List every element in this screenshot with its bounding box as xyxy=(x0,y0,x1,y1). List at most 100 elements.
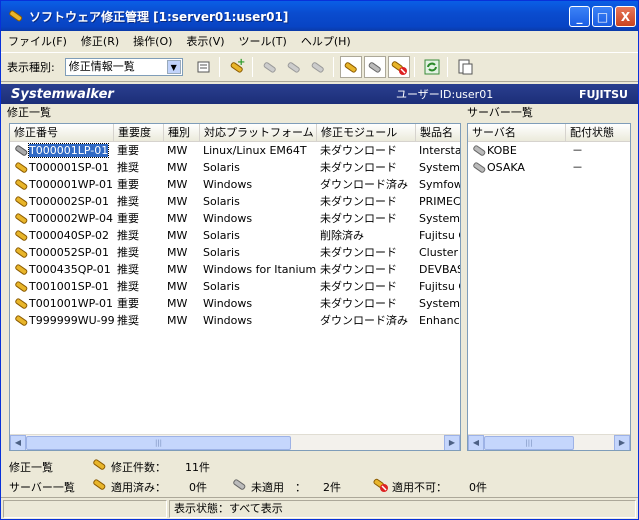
scroll-thumb[interactable]: ||| xyxy=(26,436,291,450)
fix-icon xyxy=(15,281,28,292)
cell-product: Systemw xyxy=(419,212,461,225)
notapplicable-icon xyxy=(373,478,388,492)
applied-icon xyxy=(93,479,106,490)
cell-type: MW xyxy=(167,229,188,242)
menu-tools[interactable]: ツール(T) xyxy=(232,33,294,49)
menu-fix[interactable]: 修正(R) xyxy=(74,33,126,49)
table-row[interactable]: T000002SP-01 推奨 MW Solaris 未ダウンロード PRIMEC xyxy=(10,193,460,210)
cell-product: Symfowa xyxy=(419,178,460,191)
properties-icon[interactable] xyxy=(193,56,215,78)
table-row[interactable]: T000001WP-01 重要 MW Windows ダウンロード済み Symfowa xyxy=(10,176,460,193)
cell-module: 未ダウンロード xyxy=(320,144,397,157)
filter-unapplied-icon[interactable] xyxy=(363,56,386,78)
fix-icon xyxy=(15,213,28,224)
cell-type: MW xyxy=(167,263,188,276)
cell-fix-id: T000002SP-01 xyxy=(10,193,114,210)
user-id: ユーザーID:user01 xyxy=(396,88,494,101)
table-row[interactable]: T000040SP-02 推奨 MW Solaris 削除済み Fujitsu C xyxy=(10,227,460,244)
table-row[interactable]: T999999WU-99推奨 MW Windows ダウンロード済み Enhance xyxy=(10,312,460,329)
distribute-disabled-icon[interactable] xyxy=(283,56,305,78)
apply-disabled-icon[interactable] xyxy=(259,56,281,78)
unapplied-label: 未適用 ： xyxy=(251,481,306,494)
title-bar[interactable]: ソフトウェア修正管理 [1:server01:user01] _ □ X xyxy=(1,1,638,31)
fix-id-text: T000001WP-01 xyxy=(29,178,113,191)
scroll-right-icon[interactable]: ▶ xyxy=(444,435,460,450)
cell-module: 未ダウンロード xyxy=(320,297,397,310)
column-header-type[interactable]: 種別 xyxy=(164,124,200,142)
toolbar-separator xyxy=(413,57,415,77)
fix-id-text: T000002WP-04 xyxy=(29,212,113,225)
cell-severity: 推奨 xyxy=(117,314,139,327)
cell-module: ダウンロード済み xyxy=(320,178,408,191)
fix-list-table[interactable]: 修正番号 重要度 種別 対応プラットフォーム 修正モジュール 製品名 T0000… xyxy=(9,123,461,451)
toolbar-separator xyxy=(251,57,253,77)
table-row[interactable]: T001001WP-01 重要 MW Windows 未ダウンロード SystemW xyxy=(10,295,460,312)
scroll-right-icon[interactable]: ▶ xyxy=(614,435,630,450)
table-row[interactable]: T000052SP-01 推奨 MW Solaris 未ダウンロード Cluster xyxy=(10,244,460,261)
maximize-button[interactable]: □ xyxy=(592,6,613,27)
filter-notapplicable-icon[interactable] xyxy=(387,56,410,78)
add-fix-icon[interactable]: + xyxy=(226,56,248,78)
cell-fix-id: T000435QP-01 xyxy=(10,261,114,278)
toolbar-separator xyxy=(332,57,334,77)
fix-count-value: 11件 xyxy=(185,461,210,474)
export-icon[interactable] xyxy=(454,56,476,78)
fix-id-text: T999999WU-99 xyxy=(29,314,114,327)
summary-fix-label: 修正一覧 xyxy=(9,461,53,474)
cell-distribution-state: － xyxy=(572,144,583,157)
fujitsu-logo: FUJITSU xyxy=(579,87,628,101)
cell-module: 未ダウンロード xyxy=(320,212,397,225)
column-header-product[interactable]: 製品名 xyxy=(416,124,460,142)
fix-id-text: T001001SP-01 xyxy=(29,280,110,293)
cell-type: MW xyxy=(167,212,188,225)
cell-platform: Linux/Linux EM64T xyxy=(203,144,307,157)
fix-unapplied-icon xyxy=(15,145,28,156)
status-bar: 表示状態：すべて表示 xyxy=(1,497,638,519)
server-list-hscrollbar[interactable]: ◀ ||| ▶ xyxy=(468,434,630,450)
column-header-fix-id[interactable]: 修正番号 xyxy=(10,124,114,142)
table-row[interactable]: T000001LP-01 重要 MW Linux/Linux EM64T 未ダウンロード… xyxy=(10,142,460,159)
cell-severity: 重要 xyxy=(117,144,139,157)
fix-icon xyxy=(15,315,28,326)
cell-distribution-state: － xyxy=(572,161,583,174)
table-row[interactable]: T001001SP-01 推奨 MW Solaris 未ダウンロード Fujitsu C xyxy=(10,278,460,295)
cell-module: 未ダウンロード xyxy=(320,195,397,208)
unapplied-icon xyxy=(233,479,246,490)
fix-id-text: T000001SP-01 xyxy=(29,161,110,174)
systemwalker-logo: Systemwalker xyxy=(11,86,114,102)
remove-disabled-icon[interactable] xyxy=(307,56,329,78)
table-row[interactable]: T000435QP-01 推奨 MW Windows for Itanium 未ダウンロ… xyxy=(10,261,460,278)
server-row[interactable]: KOBE － xyxy=(468,142,630,159)
column-header-platform[interactable]: 対応プラットフォーム xyxy=(200,124,317,142)
column-header-distribution-state[interactable]: 配付状態 xyxy=(566,124,630,142)
menu-operation[interactable]: 操作(O) xyxy=(126,33,179,49)
cell-severity: 推奨 xyxy=(117,246,139,259)
close-button[interactable]: X xyxy=(615,6,636,27)
fix-id-text: T000002SP-01 xyxy=(29,195,110,208)
server-name-text: OSAKA xyxy=(487,161,525,174)
fix-list-hscrollbar[interactable]: ◀ ||| ▶ xyxy=(10,434,460,450)
column-header-module[interactable]: 修正モジュール xyxy=(317,124,416,142)
menu-view[interactable]: 表示(V) xyxy=(179,33,231,49)
chevron-down-icon: ▼ xyxy=(166,60,181,74)
refresh-icon[interactable] xyxy=(421,56,443,78)
display-type-value: 修正情報一覧 xyxy=(68,60,135,73)
cell-type: MW xyxy=(167,178,188,191)
minimize-button[interactable]: _ xyxy=(569,6,590,27)
cell-platform: Windows xyxy=(203,212,253,225)
menu-file[interactable]: ファイル(F) xyxy=(1,33,74,49)
menu-help[interactable]: ヘルプ(H) xyxy=(294,33,358,49)
scroll-left-icon[interactable]: ◀ xyxy=(468,435,484,450)
column-header-server-name[interactable]: サーバ名 xyxy=(468,124,566,142)
scroll-left-icon[interactable]: ◀ xyxy=(10,435,26,450)
table-row[interactable]: T000001SP-01 推奨 MW Solaris 未ダウンロード Systemw xyxy=(10,159,460,176)
notapplicable-label: 適用不可： xyxy=(392,481,447,494)
column-header-severity[interactable]: 重要度 xyxy=(114,124,164,142)
server-row[interactable]: OSAKA － xyxy=(468,159,630,176)
display-type-select[interactable]: 修正情報一覧 ▼ xyxy=(64,58,183,76)
scroll-thumb[interactable]: ||| xyxy=(484,436,574,450)
filter-applied-icon[interactable] xyxy=(339,56,362,78)
server-list-table[interactable]: サーバ名 配付状態 KOBE － OSAKA － ◀ ||| ▶ xyxy=(467,123,631,451)
fix-icon xyxy=(15,179,28,190)
table-row[interactable]: T000002WP-04 重要 MW Windows 未ダウンロード Systemw xyxy=(10,210,461,227)
